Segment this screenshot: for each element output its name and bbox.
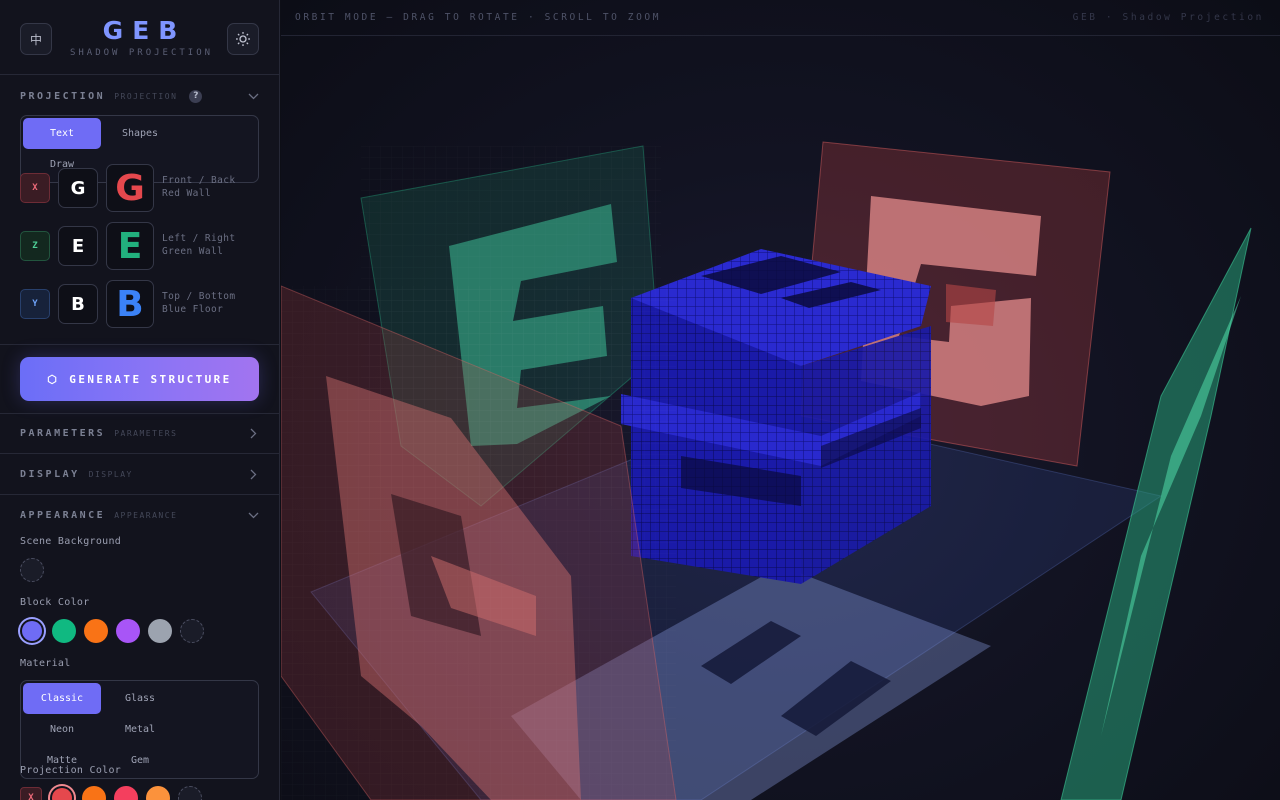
axis-badge-x: X	[20, 173, 50, 203]
projection-desc-line2: Blue Floor	[162, 304, 224, 315]
appearance-section-title: APPEARANCE	[20, 509, 106, 521]
display-section-header[interactable]: DISPLAY DISPLAY	[20, 466, 259, 482]
scene-background-swatches	[20, 558, 44, 582]
projection-desc-x: Front / Back Red Wall	[162, 174, 235, 200]
parameters-section-subtitle: PARAMETERS	[114, 428, 178, 438]
axis-badge-z: Z	[20, 231, 50, 261]
projection-color-swatch[interactable]	[82, 786, 106, 800]
brand-subtitle: SHADOW PROJECTION	[69, 48, 214, 58]
block-color-label: Block Color	[20, 597, 90, 608]
language-toggle-button[interactable]: 中	[20, 23, 52, 55]
projection-desc-line1: Left / Right	[162, 233, 236, 244]
projection-desc-z: Left / Right Green Wall	[162, 232, 235, 258]
breadcrumb: GEB · Shadow Projection	[1072, 12, 1264, 23]
generate-structure-label: GENERATE STRUCTURE	[69, 372, 232, 386]
projection-desc-line1: Top / Bottom	[162, 291, 236, 302]
axis-badge-y: Y	[20, 289, 50, 319]
hexagon-icon: ⬡	[47, 372, 60, 386]
letter-input-x[interactable]: G	[58, 168, 98, 208]
chevron-down-icon	[247, 509, 259, 521]
letter-input-z[interactable]: E	[58, 226, 98, 266]
projection-color-swatches: X	[20, 786, 202, 800]
block-color-swatch[interactable]	[22, 621, 42, 641]
block-color-swatch[interactable]	[52, 619, 76, 643]
help-icon[interactable]: ?	[189, 89, 203, 103]
projection-color-label: Projection Color	[20, 765, 122, 776]
block-color-swatch[interactable]	[84, 619, 108, 643]
projection-desc-line2: Red Wall	[162, 188, 211, 199]
sun-icon	[236, 32, 250, 46]
material-option-neon[interactable]: Neon	[23, 714, 101, 745]
custom-color-swatch[interactable]	[20, 558, 44, 582]
projection-desc-line1: Front / Back	[162, 175, 236, 186]
orbit-hint: ORBIT MODE — DRAG TO ROTATE · SCROLL TO …	[295, 12, 662, 23]
material-option-glass[interactable]: Glass	[101, 683, 179, 714]
scene-background-label: Scene Background	[20, 536, 122, 547]
material-option-classic[interactable]: Classic	[23, 683, 101, 714]
mode-tab-text[interactable]: Text	[23, 118, 101, 149]
brand-title: GEB	[102, 16, 187, 45]
viewport-topbar: ORBIT MODE — DRAG TO ROTATE · SCROLL TO …	[281, 0, 1280, 36]
projection-row-z: Z E E Left / Right Green Wall	[20, 222, 260, 270]
letter-input-y[interactable]: B	[58, 284, 98, 324]
mode-tab-shapes[interactable]: Shapes	[101, 118, 179, 149]
projection-desc-y: Top / Bottom Blue Floor	[162, 290, 235, 316]
projection-section-subtitle: PROJECTION	[114, 91, 178, 101]
wall-plane-red-front	[281, 285, 677, 800]
projection-color-swatch[interactable]	[114, 786, 138, 800]
custom-color-swatch[interactable]	[180, 619, 204, 643]
generate-structure-button[interactable]: ⬡ GENERATE STRUCTURE	[20, 357, 259, 401]
block-color-swatches	[20, 619, 204, 643]
projection-section-title: PROJECTION	[20, 90, 106, 102]
divider	[0, 494, 279, 495]
projection-section-header[interactable]: PROJECTION PROJECTION ?	[20, 88, 259, 104]
divider	[0, 413, 279, 414]
projection-row-x: X G G Front / Back Red Wall	[20, 164, 260, 212]
material-option-metal[interactable]: Metal	[101, 714, 179, 745]
brand-header: 中 GEB SHADOW PROJECTION	[0, 0, 279, 75]
appearance-section-header[interactable]: APPEARANCE APPEARANCE	[20, 507, 259, 523]
projection-axis-badge[interactable]: X	[20, 787, 42, 800]
chevron-right-icon	[247, 468, 259, 480]
chevron-down-icon	[247, 90, 259, 102]
block-color-swatch[interactable]	[116, 619, 140, 643]
letter-preview-y: B	[106, 280, 154, 328]
block-color-swatch[interactable]	[148, 619, 172, 643]
letter-preview-x: G	[106, 164, 154, 212]
divider	[0, 344, 279, 345]
projection-desc-line2: Green Wall	[162, 246, 224, 257]
display-section-title: DISPLAY	[20, 468, 80, 480]
viewport[interactable]: ORBIT MODE — DRAG TO ROTATE · SCROLL TO …	[281, 0, 1280, 800]
parameters-section-title: PARAMETERS	[20, 427, 106, 439]
divider	[0, 453, 279, 454]
language-label: 中	[29, 32, 42, 47]
parameters-section-header[interactable]: PARAMETERS PARAMETERS	[20, 425, 259, 441]
projection-color-swatch[interactable]	[52, 788, 72, 800]
display-section-subtitle: DISPLAY	[88, 469, 133, 479]
letter-preview-z: E	[106, 222, 154, 270]
projection-row-y: Y B B Top / Bottom Blue Floor	[20, 280, 260, 328]
material-label: Material	[20, 658, 71, 669]
projection-color-swatch[interactable]	[146, 786, 170, 800]
custom-color-swatch[interactable]	[178, 786, 202, 800]
appearance-section-subtitle: APPEARANCE	[114, 510, 178, 520]
chevron-right-icon	[247, 427, 259, 439]
sidebar: 中 GEB SHADOW PROJECTION PROJECTION PROJE…	[0, 0, 280, 800]
3d-scene-canvas[interactable]	[281, 36, 1280, 800]
theme-toggle-button[interactable]	[227, 23, 259, 55]
